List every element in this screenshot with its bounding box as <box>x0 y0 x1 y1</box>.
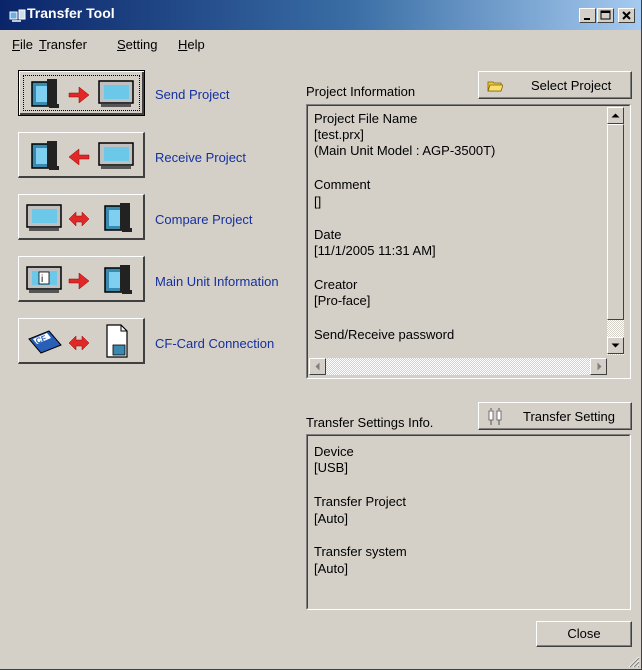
receive-project-label[interactable]: Receive Project <box>155 150 246 165</box>
info-line: Send/Receive password <box>314 327 455 342</box>
minimize-icon <box>584 18 590 20</box>
info-line: (Main Unit Model : AGP-3500T) <box>314 143 496 158</box>
title-bar[interactable]: Transfer Tool <box>0 0 641 30</box>
info-line: [USB] <box>314 460 348 475</box>
scroll-right-button[interactable] <box>590 358 607 375</box>
info-line: [test.prx] <box>314 127 364 142</box>
minimize-button[interactable] <box>579 8 596 23</box>
info-line: [11/1/2005 11:31 AM] <box>314 243 436 258</box>
unit-info-icon: i <box>26 265 132 294</box>
folder-icon <box>487 81 503 92</box>
send-project-button[interactable] <box>18 70 145 116</box>
receive-project-button[interactable] <box>18 132 145 178</box>
project-information-text[interactable]: Project File Name [test.prx] (Main Unit … <box>307 105 607 355</box>
scroll-down-button[interactable] <box>607 337 624 354</box>
info-line: Creator <box>314 277 358 292</box>
info-line: [] <box>314 194 322 209</box>
compare-project-button[interactable] <box>18 194 145 240</box>
select-project-label: Select Project <box>531 78 612 93</box>
send-project-label[interactable]: Send Project <box>155 87 229 102</box>
info-line: [Auto] <box>314 511 348 526</box>
project-information-panel: Project File Name [test.prx] (Main Unit … <box>306 104 631 379</box>
info-line: Project File Name <box>314 111 418 126</box>
transfer-settings-info-label: Transfer Settings Info. <box>306 415 434 430</box>
transfer-setting-label: Transfer Setting <box>523 409 616 424</box>
svg-text:i: i <box>41 274 43 285</box>
resize-grip-icon[interactable] <box>626 654 640 668</box>
arrow-right-icon <box>597 362 602 371</box>
transfer-app-icon <box>9 9 26 22</box>
info-line: [Auto] <box>314 561 348 576</box>
select-project-button[interactable]: Select Project <box>478 71 632 99</box>
maximize-button[interactable] <box>597 8 614 23</box>
menu-setting[interactable]: Setting <box>117 37 157 52</box>
transfer-setting-button[interactable]: Transfer Setting <box>478 402 632 430</box>
horizontal-scrollbar[interactable] <box>309 358 607 375</box>
window-title: Transfer Tool <box>27 5 115 21</box>
arrow-down-icon <box>611 343 620 348</box>
menu-bar: File Transfer Setting Help <box>0 33 640 55</box>
transfer-settings-info-panel: Device [USB] Transfer Project [Auto] Tra… <box>306 434 631 610</box>
scroll-thumb[interactable] <box>607 124 624 320</box>
info-line: Device <box>314 444 354 459</box>
arrow-up-icon <box>611 113 620 118</box>
info-line: Date <box>314 227 342 242</box>
vertical-scrollbar[interactable] <box>607 107 624 355</box>
arrow-left-icon <box>315 362 320 371</box>
scroll-left-button[interactable] <box>309 358 326 375</box>
display-to-pc-arrow-icon <box>31 141 134 170</box>
info-line: Comment <box>314 177 371 192</box>
main-unit-information-label[interactable]: Main Unit Information <box>155 274 279 289</box>
cf-card-connection-button[interactable]: CF <box>18 318 145 364</box>
main-unit-information-button[interactable]: i <box>18 256 145 302</box>
menu-file[interactable]: File <box>12 37 33 52</box>
info-line: Transfer Project <box>314 494 406 509</box>
usb-connector-icon <box>488 408 502 425</box>
cf-card-connection-label[interactable]: CF-Card Connection <box>155 336 274 351</box>
pc-to-display-arrow-icon <box>31 79 134 108</box>
close-window-button[interactable] <box>618 8 635 23</box>
close-icon <box>622 11 631 20</box>
project-information-label: Project Information <box>306 84 416 99</box>
menu-transfer[interactable]: Transfer <box>39 37 87 52</box>
menu-help[interactable]: Help <box>178 37 205 52</box>
scroll-up-button[interactable] <box>607 107 624 124</box>
close-button[interactable]: Close <box>536 621 632 647</box>
compare-project-label[interactable]: Compare Project <box>155 212 253 227</box>
compare-arrows-icon <box>26 203 132 232</box>
transfer-tool-window: Transfer Tool File Transfer Setting Help <box>0 0 642 670</box>
cf-card-icon: CF <box>28 324 128 358</box>
info-line: [Pro-face] <box>314 293 371 308</box>
info-line: Transfer system <box>314 544 407 559</box>
maximize-icon <box>600 10 611 20</box>
